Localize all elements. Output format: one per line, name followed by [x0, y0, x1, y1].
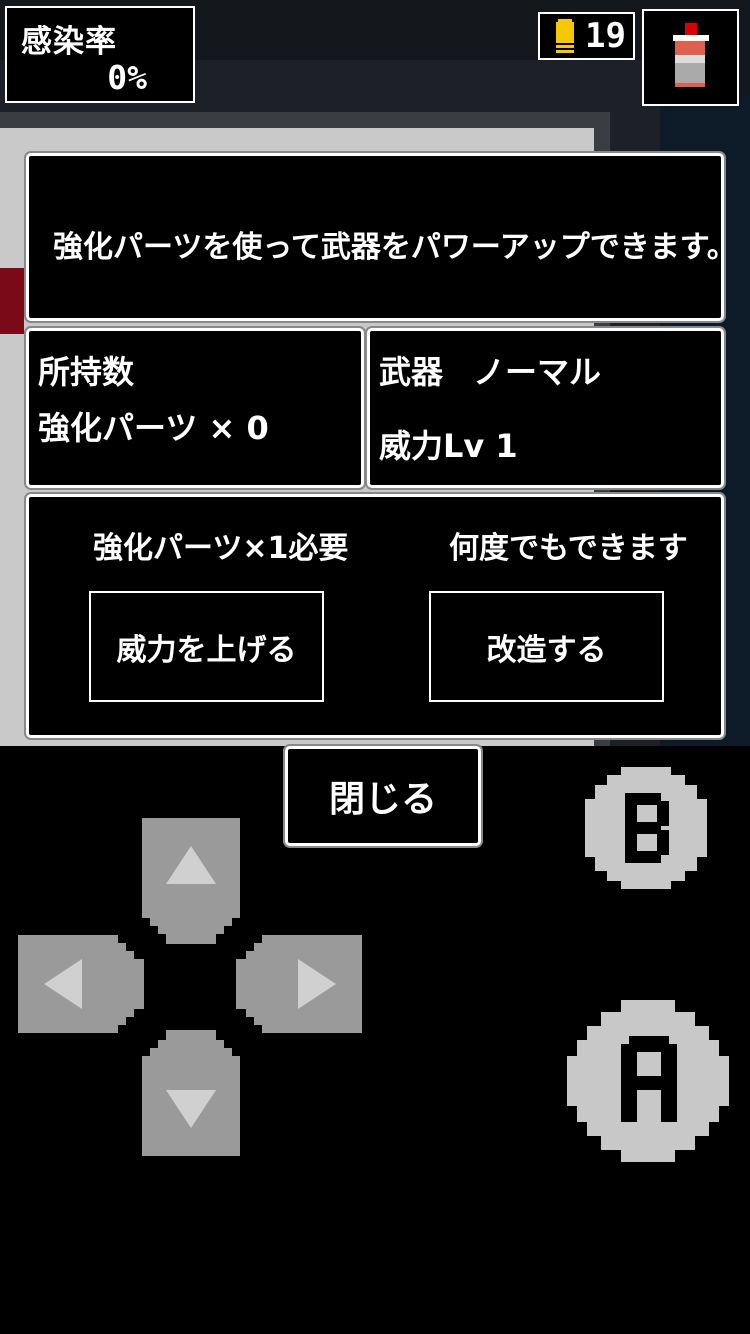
item-slot[interactable]: [642, 9, 739, 106]
dpad-right-button[interactable]: [236, 935, 362, 1033]
dpad-down-button[interactable]: [142, 1030, 240, 1156]
infection-rate-label: 感染率: [21, 24, 117, 60]
infection-rate-box: 感染率 0%: [5, 6, 195, 103]
weapon-label: 武器: [379, 353, 444, 391]
owned-parts-count: 強化パーツ × 0: [38, 409, 269, 447]
ammo-count: 19: [585, 16, 626, 56]
weapon-power-level: 威力Lv 1: [379, 427, 518, 465]
close-button[interactable]: 閉じる: [285, 746, 481, 846]
power-requirement-text: 強化パーツ×1必要: [93, 531, 349, 566]
modify-button[interactable]: 改造する: [429, 591, 664, 702]
owned-items-panel: 所持数 強化パーツ × 0: [26, 328, 364, 488]
infection-rate-value: 0%: [107, 58, 147, 97]
owned-title: 所持数: [38, 353, 135, 391]
ammo-counter: 19: [538, 12, 635, 60]
increase-power-button[interactable]: 威力を上げる: [89, 591, 324, 702]
bullet-icon: [556, 19, 574, 53]
spray-can-icon: [669, 23, 711, 93]
dpad-left-button[interactable]: [18, 935, 144, 1033]
weapon-name: ノーマル: [473, 353, 602, 391]
scene-red-marking: [0, 268, 24, 334]
message-window: 強化パーツを使って武器をパワーアップできます。: [26, 153, 737, 321]
upgrade-actions-panel: 強化パーツ×1必要 何度でもできます 威力を上げる 改造する: [26, 494, 724, 738]
weapon-panel: 武器 ノーマル 威力Lv 1: [367, 328, 724, 488]
message-text: 強化パーツを使って武器をパワーアップできます。: [53, 230, 737, 265]
a-button[interactable]: [567, 1000, 729, 1162]
b-button[interactable]: [585, 767, 707, 889]
modify-requirement-text: 何度でもできます: [449, 531, 688, 566]
dpad-up-button[interactable]: [142, 818, 240, 944]
